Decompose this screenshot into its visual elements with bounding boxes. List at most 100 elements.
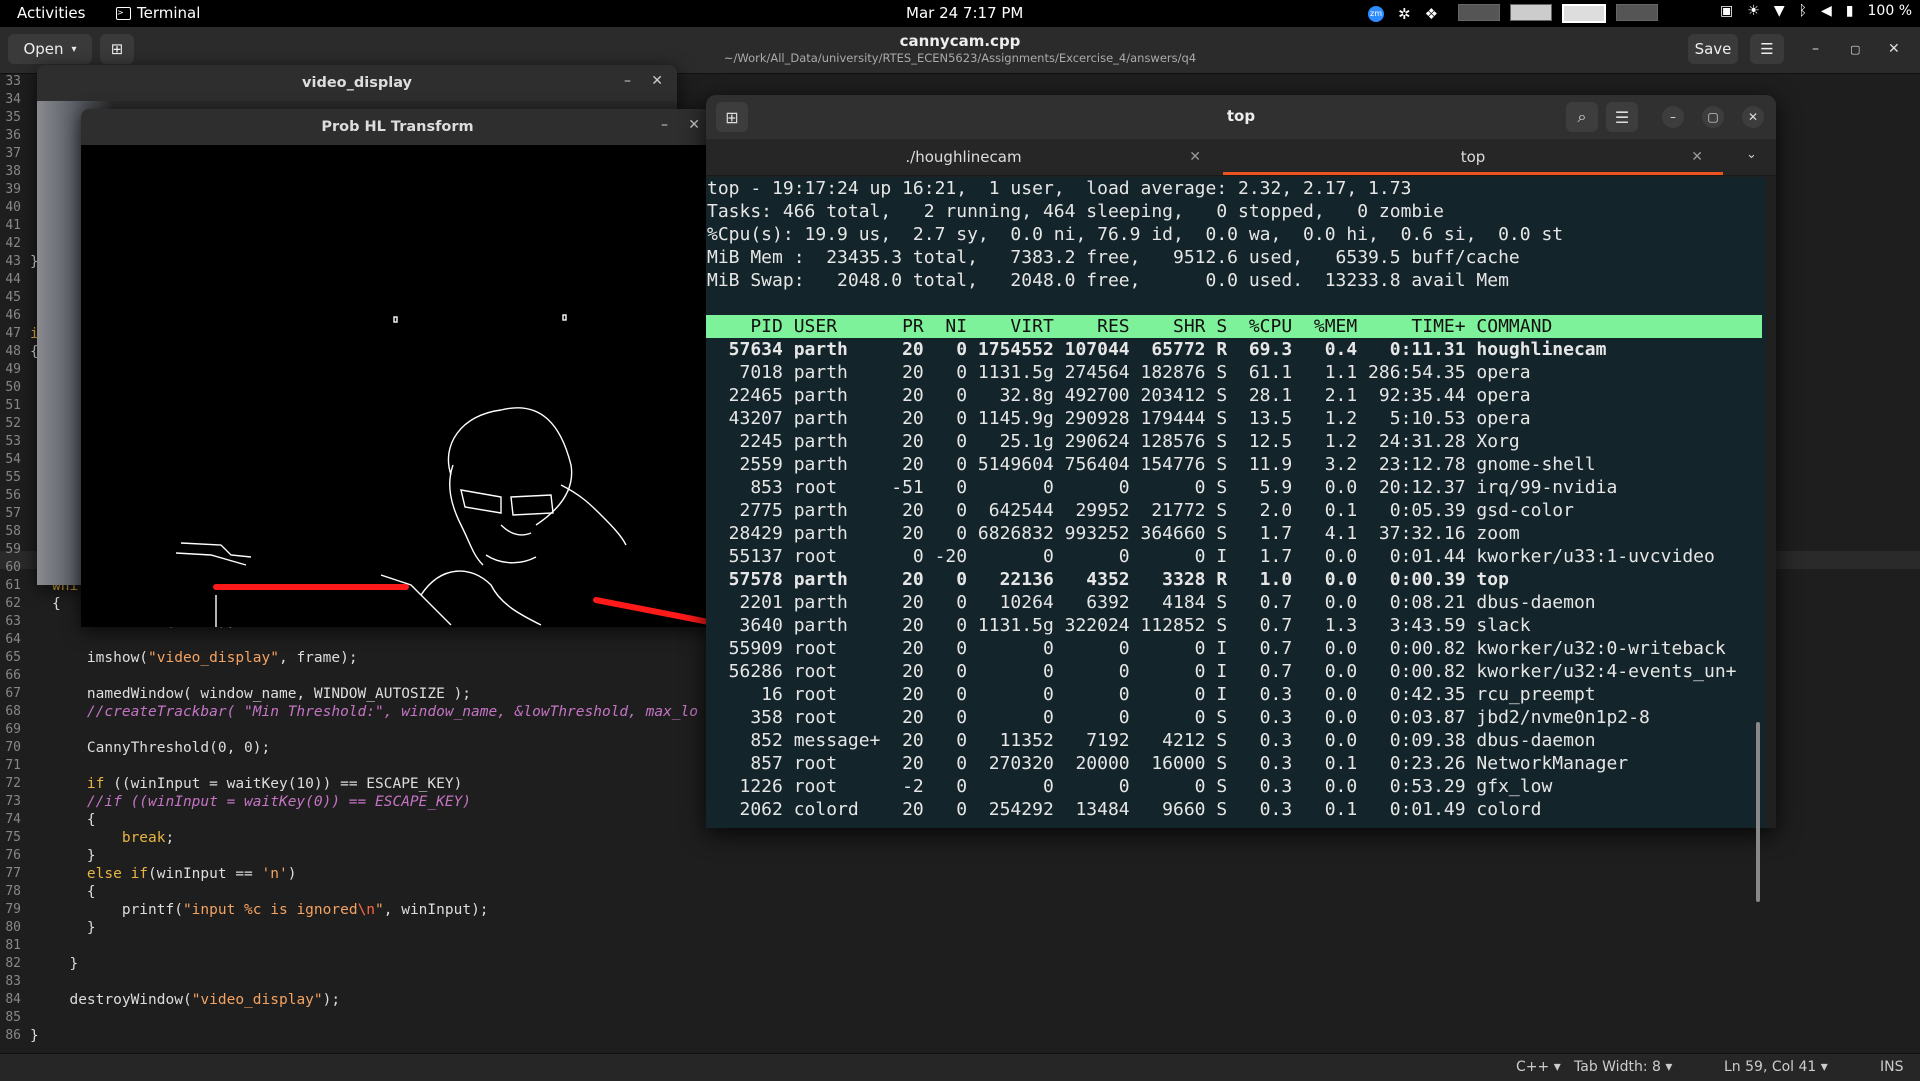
code-line: } <box>52 956 79 972</box>
tabs-overflow-chevron-icon[interactable]: ⌄ <box>1746 147 1757 162</box>
glasses-left <box>460 489 502 514</box>
process-row: 2775 parth 20 0 642544 29952 21772 S 2.0… <box>707 500 1574 521</box>
close-tab-icon[interactable]: ✕ <box>1691 139 1703 175</box>
workspace-indicators[interactable] <box>1452 4 1659 23</box>
shoulder-edge <box>560 484 627 546</box>
menu-button[interactable]: ☰ <box>1750 34 1784 64</box>
close-tab-icon[interactable]: ✕ <box>1189 139 1201 175</box>
process-row: 857 root 20 0 270320 20000 16000 S 0.3 0… <box>707 753 1629 774</box>
top-summary-line: Tasks: 466 total, 2 running, 464 sleepin… <box>707 201 1444 222</box>
activities-button[interactable]: Activities <box>17 4 85 22</box>
terminal-icon: > <box>116 6 131 20</box>
nose-line <box>500 524 532 536</box>
battery-icon: ▮ <box>1845 3 1854 19</box>
hough-transform-window[interactable]: Prob HL Transform – ✕ <box>81 109 714 627</box>
process-table: 57634 parth 20 0 1754552 107044 65772 R … <box>706 338 1766 821</box>
minimize-icon[interactable]: – <box>624 73 631 89</box>
tab-width-selector[interactable]: Tab Width: 8 ▾ <box>1574 1059 1672 1075</box>
hamburger-icon: ☰ <box>1614 107 1630 127</box>
process-table-header: PID USER PR NI VIRT RES SHR S %CPU %MEM … <box>706 315 1762 338</box>
maximize-icon: ▢ <box>1707 110 1719 124</box>
line-number-gutter: 33 34 35 36 37 38 39 40 41 42 43 44 45 46 47 48 49 50 51 52… <box>5 74 21 1043</box>
insert-mode[interactable]: INS <box>1880 1059 1904 1075</box>
code-line: printf("input %c is ignored\n", winInput… <box>52 902 489 918</box>
app-menu[interactable]: > Terminal <box>116 4 200 22</box>
maximize-icon[interactable]: ▢ <box>1850 43 1860 56</box>
mouth-line <box>485 554 537 564</box>
process-row: 2201 parth 20 0 10264 6392 4184 S 0.7 0.… <box>707 592 1596 613</box>
workspace-3[interactable] <box>1562 4 1607 23</box>
process-row: 57578 parth 20 0 22136 4352 3328 R 1.0 0… <box>707 569 1509 590</box>
code-line: { <box>52 884 96 900</box>
process-row: 28429 parth 20 0 6826832 993252 364660 S… <box>707 523 1520 544</box>
zoom-icon[interactable]: zm <box>1368 5 1384 22</box>
minimize-button[interactable]: – <box>1662 106 1684 128</box>
settings-icon[interactable]: ✲ <box>1398 5 1411 23</box>
tab-top[interactable]: top ✕ <box>1223 139 1723 175</box>
close-button[interactable]: ✕ <box>1742 106 1764 128</box>
process-row: 2559 parth 20 0 5149604 756404 154776 S … <box>707 454 1596 475</box>
close-icon[interactable]: ✕ <box>651 73 663 89</box>
dropbox-icon[interactable]: ❖ <box>1425 5 1438 23</box>
workspace-1[interactable] <box>1458 4 1501 21</box>
battery-level: 100 % <box>1867 3 1912 19</box>
arm-edge <box>380 574 452 626</box>
minimize-icon[interactable]: – <box>1812 41 1819 57</box>
tab-houghlinecam[interactable]: ./houghlinecam ✕ <box>706 139 1221 175</box>
terminal-headerbar: ⊞ top ⌕ ☰ – ▢ ✕ <box>706 95 1776 139</box>
process-row: 16 root 20 0 0 0 0 I 0.3 0.0 0:42.35 rcu… <box>707 684 1596 705</box>
top-summary-line: MiB Mem : 23435.3 total, 7383.2 free, 95… <box>707 247 1520 268</box>
object-edge <box>180 542 252 558</box>
process-row: 55909 root 20 0 0 0 0 I 0.7 0.0 0:00.82 … <box>707 638 1726 659</box>
system-tray[interactable]: ▣ ☀ ▼ ᛒ ◀ ▮ 100 % <box>1720 3 1912 19</box>
code-line: destroyWindow("video_display"); <box>52 992 341 1008</box>
scrollbar[interactable] <box>1756 722 1760 902</box>
save-button[interactable]: Save <box>1688 34 1738 64</box>
workspace-4[interactable] <box>1616 4 1659 21</box>
editor-status-bar: C++ ▾ Tab Width: 8 ▾ Ln 59, Col 41 ▾ INS <box>0 1053 1920 1081</box>
top-bar: Activities > Terminal Mar 24 7:17 PM zm … <box>0 0 1920 27</box>
close-icon[interactable]: ✕ <box>688 117 700 133</box>
process-row: 43207 parth 20 0 1145.9g 290928 179444 S… <box>707 408 1531 429</box>
tab-label: top <box>1460 148 1486 166</box>
terminal-output[interactable]: top - 19:17:24 up 16:21, 1 user, load av… <box>706 177 1766 902</box>
process-row: 2062 colord 20 0 254292 13484 9660 S 0.3… <box>707 799 1542 820</box>
hough-line-2 <box>593 597 714 626</box>
process-row: 358 root 20 0 0 0 0 S 0.3 0.0 0:03.87 jb… <box>707 707 1650 728</box>
code-line: else if(winInput == 'n') <box>86 866 297 882</box>
edge-speck <box>393 316 398 323</box>
close-icon[interactable]: ✕ <box>1888 41 1900 57</box>
top-summary-line: %Cpu(s): 19.9 us, 2.7 sy, 0.0 ni, 76.9 i… <box>707 224 1564 245</box>
search-button[interactable]: ⌕ <box>1566 102 1598 132</box>
terminal-window[interactable]: ⊞ top ⌕ ☰ – ▢ ✕ ./houghlinecam ✕ top ✕ ⌄… <box>706 95 1776 902</box>
process-row: 55137 root 0 -20 0 0 0 I 1.7 0.0 0:01.44… <box>707 546 1715 567</box>
process-row: 22465 parth 20 0 32.8g 492700 203412 S 2… <box>707 385 1531 406</box>
face-outline <box>449 464 484 566</box>
bluetooth-icon: ᛒ <box>1798 3 1808 19</box>
top-summary-line: top - 19:17:24 up 16:21, 1 user, load av… <box>707 178 1412 199</box>
language-selector[interactable]: C++ ▾ <box>1516 1059 1561 1075</box>
window-title: video_display <box>302 75 412 91</box>
maximize-button[interactable]: ▢ <box>1702 106 1724 128</box>
process-row: 2245 parth 20 0 25.1g 290624 128576 S 12… <box>707 431 1520 452</box>
minimize-icon[interactable]: – <box>661 117 668 133</box>
search-icon: ⌕ <box>1577 107 1587 126</box>
terminal-tab-bar: ./houghlinecam ✕ top ✕ ⌄ <box>706 139 1776 176</box>
clock[interactable]: Mar 24 7:17 PM <box>906 4 1023 22</box>
cursor-position[interactable]: Ln 59, Col 41 ▾ <box>1724 1059 1828 1075</box>
process-row: 3640 parth 20 0 1131.5g 322024 112852 S … <box>707 615 1531 636</box>
save-label: Save <box>1694 40 1732 58</box>
tray-left: zm ✲ ❖ <box>1368 4 1659 23</box>
process-row: 1226 root -2 0 0 0 0 S 0.3 0.0 0:53.29 g… <box>707 776 1553 797</box>
workspace-2[interactable] <box>1510 4 1553 21</box>
wifi-icon: ▼ <box>1773 3 1785 19</box>
tab-label: ./houghlinecam <box>905 148 1022 166</box>
document-title: cannycam.cpp <box>899 32 1021 50</box>
edge-image <box>81 145 714 627</box>
close-icon: ✕ <box>1747 110 1759 124</box>
process-row: 852 message+ 20 0 11352 7192 4212 S 0.3 … <box>707 730 1596 751</box>
process-row: 7018 parth 20 0 1131.5g 274564 182876 S … <box>707 362 1531 383</box>
menu-button[interactable]: ☰ <box>1606 102 1638 132</box>
minimize-icon: – <box>1670 110 1676 124</box>
code-line: } <box>52 920 96 936</box>
